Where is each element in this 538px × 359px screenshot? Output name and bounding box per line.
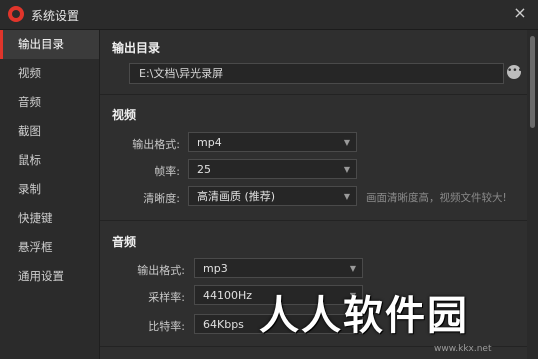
video-format-label: 输出格式: <box>132 138 180 151</box>
more-options-button[interactable]: ••• <box>507 65 523 79</box>
window-title: 系统设置 <box>31 9 80 23</box>
audio-bitrate-label: 比特率: <box>148 320 185 333</box>
section-divider <box>100 94 527 95</box>
sidebar-item-hotkeys[interactable]: 快捷键 <box>0 204 99 233</box>
sidebar-item-mouse[interactable]: 鼠标 <box>0 146 99 175</box>
video-fps-select[interactable]: 25 ▼ <box>188 159 357 179</box>
watermark-url: www.kkx.net <box>434 344 492 354</box>
audio-bitrate-value: 64Kbps <box>203 318 244 331</box>
watermark-text: 人人软件园 <box>259 293 469 339</box>
section-title-output-dir: 输出目录 <box>112 41 161 55</box>
audio-sample-value: 44100Hz <box>203 289 253 302</box>
audio-format-value: mp3 <box>203 262 228 275</box>
vertical-scrollbar[interactable] <box>527 30 538 359</box>
section-title-audio: 音频 <box>112 235 137 249</box>
video-quality-label: 清晰度: <box>143 192 180 205</box>
sidebar-item-record[interactable]: 录制 <box>0 175 99 204</box>
video-fps-value: 25 <box>197 163 211 176</box>
chevron-down-icon: ▼ <box>349 264 356 273</box>
video-quality-value: 高清画质 (推荐) <box>197 190 276 203</box>
audio-sample-label: 采样率: <box>148 291 185 304</box>
title-bar: 系统设置 × <box>0 0 538 30</box>
video-fps-label: 帧率: <box>154 165 180 178</box>
sidebar-item-float-box[interactable]: 悬浮框 <box>0 233 99 262</box>
scrollbar-thumb[interactable] <box>530 36 535 128</box>
output-path-input[interactable]: E:\文档\异光录屏 <box>129 63 504 84</box>
video-format-value: mp4 <box>197 136 222 149</box>
audio-format-label: 输出格式: <box>137 264 185 277</box>
video-format-select[interactable]: mp4 ▼ <box>188 132 357 152</box>
sidebar-item-general[interactable]: 通用设置 <box>0 262 99 291</box>
chevron-down-icon: ▼ <box>343 138 350 147</box>
sidebar-item-audio[interactable]: 音频 <box>0 88 99 117</box>
app-logo-icon <box>8 6 24 22</box>
video-quality-select[interactable]: 高清画质 (推荐) ▼ <box>188 186 357 206</box>
audio-format-select[interactable]: mp3 ▼ <box>194 258 363 278</box>
chevron-down-icon: ▼ <box>343 165 350 174</box>
sidebar-item-screenshot[interactable]: 截图 <box>0 117 99 146</box>
video-quality-hint: 画面清晰度高，视频文件较大! <box>366 192 507 204</box>
section-title-video: 视频 <box>112 108 137 122</box>
section-divider <box>100 220 527 221</box>
chevron-down-icon: ▼ <box>343 192 350 201</box>
close-button[interactable]: × <box>510 3 530 23</box>
sidebar-item-output-dir[interactable]: 输出目录 <box>0 30 99 59</box>
sidebar: 输出目录 视频 音频 截图 鼠标 录制 快捷键 悬浮框 通用设置 <box>0 30 100 359</box>
sidebar-item-video[interactable]: 视频 <box>0 59 99 88</box>
